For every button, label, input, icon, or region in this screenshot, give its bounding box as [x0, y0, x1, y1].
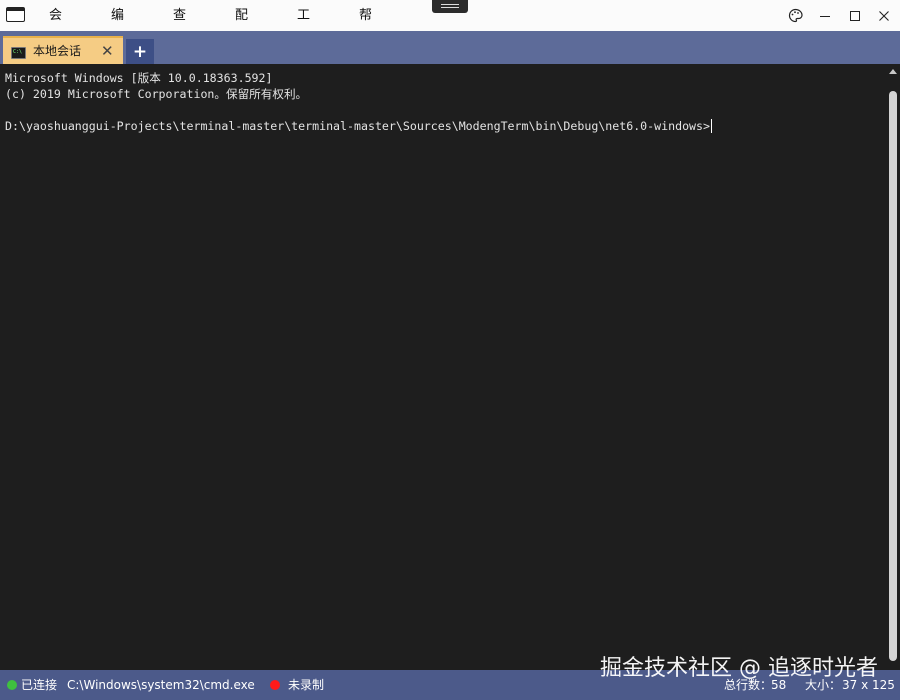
text-cursor	[710, 119, 712, 133]
scroll-up-arrow-icon[interactable]	[889, 69, 897, 74]
title-bar: 会话 编辑 查看 配置 工具 帮助	[0, 0, 900, 54]
menu-session[interactable]: 会话	[49, 0, 62, 54]
connection-status: 已连接	[21, 678, 58, 692]
minimize-icon[interactable]	[810, 0, 840, 31]
maximize-icon[interactable]	[840, 0, 870, 31]
terminal-line: Microsoft Windows [版本 10.0.18363.592]	[5, 71, 273, 85]
record-status: 未录制	[288, 678, 325, 692]
menu-view[interactable]: 查看	[173, 0, 186, 54]
terminal-line: (c) 2019 Microsoft Corporation。保留所有权利。	[5, 87, 308, 101]
menu-help[interactable]: 帮助	[359, 0, 372, 54]
vertical-scrollbar[interactable]	[886, 64, 900, 670]
add-tab-button[interactable]: +	[126, 39, 154, 64]
terminal-icon	[11, 47, 26, 59]
menu-tools[interactable]: 工具	[297, 0, 310, 54]
record-status-icon	[270, 680, 280, 690]
scrollbar-thumb[interactable]	[889, 91, 897, 661]
terminal-app-icon	[6, 7, 25, 22]
watermark-text: 掘金技术社区 @ 追逐时光者	[600, 656, 878, 681]
menu-edit[interactable]: 编辑	[111, 0, 124, 54]
tab-label: 本地会话	[33, 44, 82, 58]
terminal-output[interactable]: Microsoft Windows [版本 10.0.18363.592] (c…	[0, 64, 886, 670]
connected-status-icon	[7, 680, 17, 690]
process-path: C:\Windows\system32\cmd.exe	[67, 678, 255, 692]
drag-handle-icon[interactable]	[432, 0, 468, 13]
close-icon[interactable]	[869, 0, 899, 31]
terminal-prompt: D:\yaoshuanggui-Projects\terminal-master…	[5, 119, 710, 133]
tab-close-icon[interactable]: ✕	[101, 42, 114, 60]
tab-local-session[interactable]: 本地会话 ✕	[3, 36, 123, 64]
terminal-prompt-line: D:\yaoshuanggui-Projects\terminal-master…	[5, 118, 712, 134]
palette-icon[interactable]	[780, 0, 810, 31]
menu-config[interactable]: 配置	[235, 0, 248, 54]
tab-bar: 本地会话 ✕ +	[0, 31, 900, 64]
